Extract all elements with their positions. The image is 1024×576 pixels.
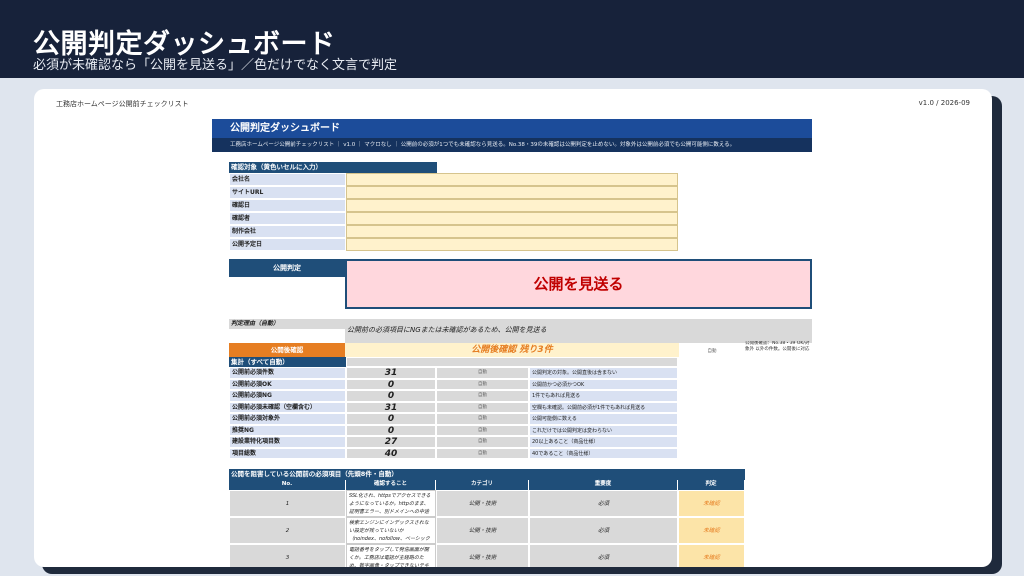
post-release-label: 公開後確認 [229, 343, 345, 357]
blocking-row-no: 1 [229, 490, 346, 517]
summary-row-note: これだけでは公開判定は変わらない [529, 424, 678, 436]
summary-row-note: 公開判定の対象。公開直後は含まない [529, 367, 678, 379]
summary-row-auto: 自動 [436, 436, 529, 448]
col-header-importance: 重要度 [529, 480, 678, 490]
confirm-label-release: 公開予定日 [229, 238, 346, 251]
confirm-label-company: 会社名 [229, 173, 346, 186]
verdict-label: 公開判定 [229, 259, 345, 277]
summary-row-value: 31 [346, 401, 436, 413]
blocking-row-judge: 未確認 [678, 544, 745, 567]
blocking-row-item: 検索エンジンにインデックスされない設定が残っていないか（noindex、nofo… [346, 517, 436, 544]
summary-row-auto: 自動 [436, 401, 529, 413]
release-date-input[interactable] [346, 238, 678, 251]
post-auto-label: 自動 [707, 349, 717, 354]
blocking-row-category: 公開・技術 [436, 490, 529, 517]
summary-section-header: 集計（すべて自動） [229, 357, 346, 367]
page-subtitle: 必須が未確認なら「公開を見送る」／色だけでなく文言で判定 [33, 58, 398, 73]
summary-row-note: 公開前かつ必須かつOK [529, 378, 678, 390]
post-release-note: 公開後確認：No.38・39 OK/対象外 以外の件数。公開後に対応 [745, 341, 810, 352]
blocking-row-importance: 必須 [529, 517, 678, 544]
sheet-title: 公開判定ダッシュボード [212, 119, 812, 138]
summary-row-label: 公開前必須OK [229, 378, 346, 390]
blocking-section-header: 公開を阻害している公開前の必須項目（先頭8件・自動） [229, 469, 745, 480]
blocking-row-category: 公開・技術 [436, 544, 529, 567]
company-input[interactable] [346, 173, 678, 186]
summary-row-label: 公開前必須対象外 [229, 413, 346, 425]
summary-row-value: 40 [346, 447, 436, 459]
confirm-section-header: 確認対象（黄色いセルに入力） [229, 162, 437, 173]
blocking-row-item: 電話番号をタップして発信画面が開くか。工務店は電話が主経路のため、数字画像・タッ… [346, 544, 436, 567]
summary-row-label: 公開前必須NG [229, 390, 346, 402]
col-header-category: カテゴリ [436, 480, 529, 490]
site-url-input[interactable] [346, 186, 678, 199]
blocking-row-importance: 必須 [529, 490, 678, 517]
summary-row-auto: 自動 [436, 390, 529, 402]
summary-row-label: 公開前必須件数 [229, 367, 346, 379]
verdict-value: 公開を見送る [345, 259, 812, 309]
summary-row-auto: 自動 [436, 424, 529, 436]
summary-row-auto: 自動 [436, 447, 529, 459]
summary-row-note: 40であること（商品仕様） [529, 447, 678, 459]
blocking-row-item: SSL化され、httpsでアクセスできるようになっているか。httpのまま、証明… [346, 490, 436, 517]
summary-row-auto: 自動 [436, 378, 529, 390]
summary-row-value: 0 [346, 390, 436, 402]
reason-value: 公開前の必須項目にNGまたは未確認があるため、公開を見送る [345, 319, 812, 343]
post-release-value: 公開後確認 残り3件 [345, 343, 679, 357]
blocking-row-category: 公開・技術 [436, 517, 529, 544]
summary-row-note: 1件でもあれば見送る [529, 390, 678, 402]
summary-row-label: 建設業特化項目数 [229, 436, 346, 448]
header-bar: 公開判定ダッシュボード 必須が未確認なら「公開を見送る」／色だけでなく文言で判定 [0, 0, 1024, 78]
producer-input[interactable] [346, 225, 678, 238]
sheet-description: 工務店ホームページ公開前チェックリスト ｜ v1.0 ｜ マクロなし ｜ 公開前… [212, 138, 812, 152]
confirm-label-producer: 制作会社 [229, 225, 346, 238]
sheet-preview-card: 工務店ホームページ公開前チェックリスト v1.0 / 2026-09 公開判定ダ… [34, 89, 992, 567]
summary-row-label: 公開前必須未確認（空欄含む） [229, 401, 346, 413]
blocking-row-no: 3 [229, 544, 346, 567]
confirm-label-person: 確認者 [229, 212, 346, 225]
confirmer-input[interactable] [346, 212, 678, 225]
blocking-row-importance: 必須 [529, 544, 678, 567]
summary-row-value: 31 [346, 367, 436, 379]
doc-title: 工務店ホームページ公開前チェックリスト [56, 100, 189, 108]
col-header-judge: 判定 [678, 480, 745, 490]
summary-row-value: 0 [346, 413, 436, 425]
summary-header-fill [346, 357, 678, 367]
summary-row-value: 0 [346, 424, 436, 436]
summary-row-note: 公開可能側に数える [529, 413, 678, 425]
reason-label: 判定理由（自動） [229, 319, 345, 329]
summary-row-auto: 自動 [436, 367, 529, 379]
blocking-row-judge: 未確認 [678, 490, 745, 517]
summary-row-label: 推奨NG [229, 424, 346, 436]
col-header-no: No. [229, 480, 346, 490]
blocking-row-judge: 未確認 [678, 517, 745, 544]
summary-row-value: 27 [346, 436, 436, 448]
blocking-row-no: 2 [229, 517, 346, 544]
summary-row-auto: 自動 [436, 413, 529, 425]
summary-row-label: 項目総数 [229, 447, 346, 459]
summary-row-note: 空欄も未確認。公開前必須が1件でもあれば見送る [529, 401, 678, 413]
confirm-label-date: 確認日 [229, 199, 346, 212]
col-header-item: 確認すること [346, 480, 436, 490]
confirm-label-url: サイトURL [229, 186, 346, 199]
summary-row-note: 20以上あること（商品仕様） [529, 436, 678, 448]
confirm-date-input[interactable] [346, 199, 678, 212]
summary-row-value: 0 [346, 378, 436, 390]
doc-version: v1.0 / 2026-09 [918, 99, 970, 107]
